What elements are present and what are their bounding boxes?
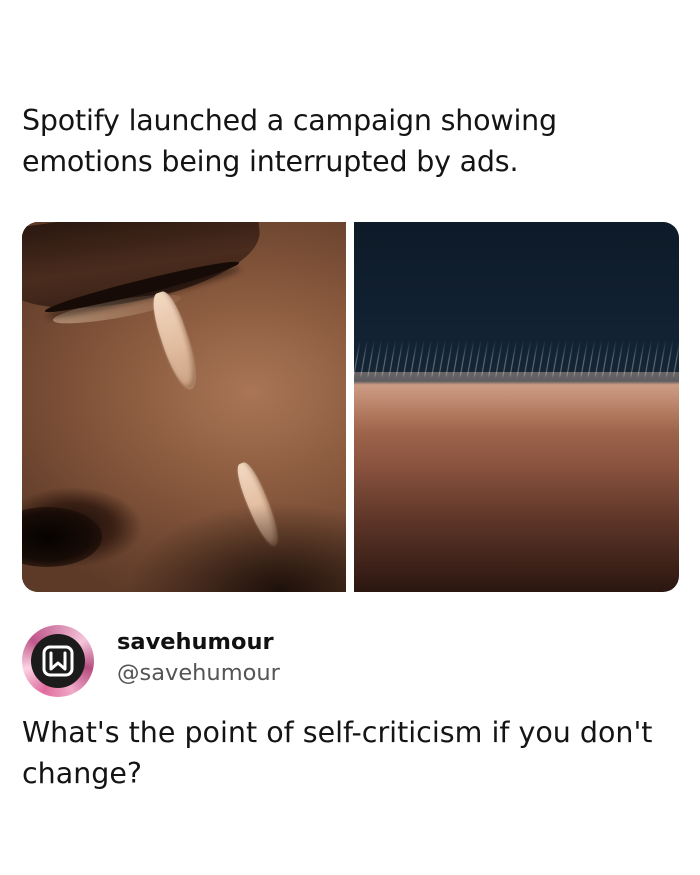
author-names: savehumour @savehumour	[117, 627, 280, 689]
cheek-shadow	[126, 502, 346, 592]
username-handle[interactable]: @savehumour	[117, 657, 280, 689]
display-name[interactable]: savehumour	[117, 627, 280, 657]
avatar-inner	[31, 634, 85, 688]
post-text: What's the point of self-criticism if yo…	[22, 716, 653, 790]
bookmark-icon	[42, 645, 74, 677]
meme-caption: Spotify launched a campaign showing emot…	[22, 104, 557, 178]
frozen-tear	[147, 288, 203, 392]
nostril-shape	[22, 507, 102, 567]
post-author: savehumour @savehumour	[22, 625, 682, 697]
avatar[interactable]	[22, 625, 94, 697]
arm-highlight	[354, 372, 679, 432]
photo-grid	[22, 222, 679, 592]
goosebumps-arm-photo[interactable]	[354, 222, 679, 592]
crying-eye-photo[interactable]	[22, 222, 346, 592]
